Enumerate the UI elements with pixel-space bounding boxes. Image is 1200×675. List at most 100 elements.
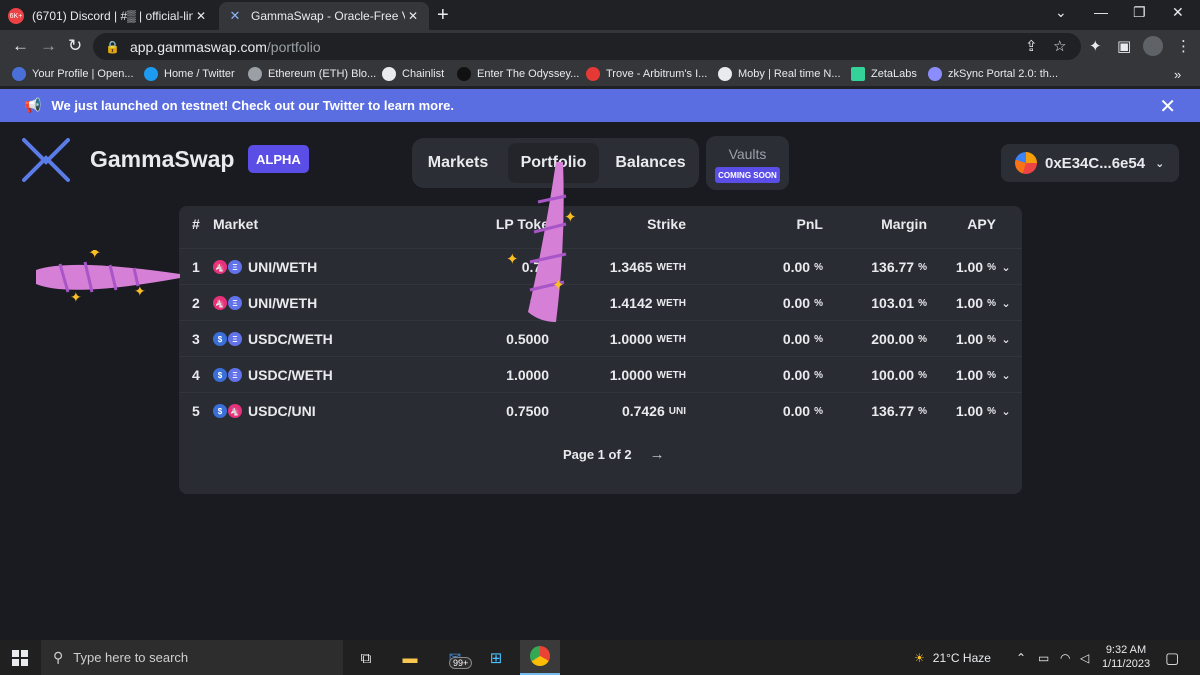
bookmark-star-icon[interactable]: ☆ [1053,37,1066,55]
uni-token-icon: 🦄 [213,260,227,274]
menu-icon[interactable]: ⋮ [1176,37,1191,55]
wallet-button[interactable]: 0xE34C...6e54 ⌄ [1001,144,1179,182]
usdc-token-icon: $ [213,368,227,382]
taskbar-search[interactable]: ⚲ Type here to search [41,640,343,675]
page-indicator: Page 1 of 2 [563,447,632,462]
windows-taskbar: ⚲ Type here to search ⧉ ▬ ✉ 99+ ⊞ ☀ 21°C… [0,640,1200,675]
pnl-value: 0.00 [782,403,811,419]
bookmark-item[interactable]: Home / Twitter [144,67,235,81]
chrome-taskbar-button[interactable] [520,640,560,675]
new-tab-icon[interactable]: + [437,4,449,27]
side-panel-icon[interactable]: ▣ [1117,37,1131,55]
search-placeholder: Type here to search [73,650,189,665]
mail-badge: 99+ [449,657,473,669]
bookmark-label: Trove - Arbitrum's I... [606,68,708,80]
margin-value: 136.77 [871,259,915,275]
bookmark-item[interactable]: Enter The Odyssey... [457,67,579,81]
close-banner-icon[interactable]: ✕ [1159,94,1176,119]
margin-value: 100.00 [871,367,915,383]
percent-sign: % [918,333,927,345]
close-icon[interactable]: ✕ [405,9,421,23]
zksync-icon [928,67,942,81]
market-name: USDC/UNI [248,403,316,419]
expand-chevron-icon[interactable]: ⌄ [999,249,1013,285]
bookmark-item[interactable]: Chainlist [382,67,444,81]
margin-value: 136.77 [871,403,915,419]
chevron-up-icon[interactable]: ⌃ [1016,640,1026,675]
extensions-icon[interactable]: ✦ [1089,37,1102,55]
next-page-arrow-icon[interactable]: → [650,446,665,463]
market-cell: $ 🦄 USDC/UNI [213,393,316,429]
strike-unit: UNI [668,405,686,417]
row-num: 4 [192,367,200,383]
strike-unit: WETH [656,333,686,345]
task-view-icon[interactable]: ⧉ [354,646,378,670]
bookmark-item[interactable]: Trove - Arbitrum's I... [586,67,707,81]
table-row[interactable]: 5 $ 🦄 USDC/UNI 0.7500 0.7426 UNI 0.00% 136.77% 1.… [179,392,1022,428]
battery-icon[interactable]: ▭ [1038,640,1049,675]
table-row[interactable]: 1 🦄 Ξ UNI/WETH 0.75 1.3465 WETH 0.00% 136.77% 1.0… [179,248,1022,284]
table-row[interactable]: 2🦄ΞUNI/WETH1.01.4142WETH0.00%103.01%1.00… [179,284,1022,320]
volume-icon[interactable]: ◁ [1080,640,1089,675]
bookmark-item[interactable]: Ethereum (ETH) Blo... [248,67,376,81]
gammaswap-app: GammaSwap ALPHA Markets Portfolio Balanc… [0,122,1200,640]
percent-sign: % [918,297,927,309]
restore-icon[interactable]: ❐ [1133,4,1146,21]
tab-markets[interactable]: Markets [417,143,499,183]
url-host: app.gammaswap.com [129,38,267,55]
tab-search-icon[interactable]: ⌄ [1055,4,1067,21]
close-window-icon[interactable]: ✕ [1172,4,1184,21]
minimize-icon[interactable]: — [1094,4,1108,20]
pnl-value: 0.00 [782,259,811,275]
url-path: /portfolio [266,38,321,55]
market-cell: 🦄 Ξ UNI/WETH [213,285,317,321]
pnl-cell: 0.00% [739,285,823,321]
pagination: Page 1 of 2 → [563,446,665,463]
brand-name[interactable]: GammaSwap [90,146,234,173]
more-bookmarks-icon[interactable]: » [1174,67,1181,82]
wifi-icon[interactable]: ◠ [1060,640,1070,675]
tab-vaults[interactable]: Vaults COMING SOON [706,136,789,190]
gammaswap-logo-icon[interactable] [20,136,72,184]
pnl-cell: 0.00% [739,357,823,393]
expand-chevron-icon[interactable]: ⌄ [999,285,1013,321]
back-icon[interactable]: ← [12,36,29,56]
table-row[interactable]: 4 $ Ξ USDC/WETH 1.0000 1.0000 WETH 0.00% 100.00%… [179,356,1022,392]
tab-balances[interactable]: Balances [608,143,693,183]
forward-icon[interactable]: → [40,36,57,56]
reload-icon[interactable]: ↻ [68,36,82,56]
apy-cell: 1.00% [949,393,996,429]
close-icon[interactable]: ✕ [193,9,209,23]
file-explorer-icon[interactable]: ▬ [398,646,422,670]
windows-start-icon[interactable] [12,650,28,666]
weth-token-icon: Ξ [228,332,242,346]
apy-value: 1.00 [955,295,984,311]
bookmark-item[interactable]: ZetaLabs [851,67,917,81]
row-num: 3 [192,331,200,347]
svg-text:✦: ✦ [88,250,101,262]
strike-unit: WETH [656,369,686,381]
margin-cell: 136.77% [839,249,927,285]
tab-discord[interactable]: 6K+ (6701) Discord | #▒ | official-link … [0,2,217,30]
weather-widget[interactable]: ☀ 21°C Haze [914,640,991,675]
address-bar[interactable]: 🔒 app.gammaswap.com/portfolio [93,33,1081,60]
trove-icon [586,67,600,81]
expand-chevron-icon[interactable]: ⌄ [999,321,1013,357]
notification-icon[interactable]: ▢ [1165,640,1179,675]
unicorn-horn-decoration: ✦ ✦ ✦ [506,162,577,322]
expand-chevron-icon[interactable]: ⌄ [999,393,1013,429]
market-name: UNI/WETH [248,259,318,275]
bookmark-item[interactable]: Moby | Real time N... [718,67,841,81]
store-icon[interactable]: ⊞ [484,646,508,670]
share-icon[interactable]: ⇪ [1025,37,1038,55]
apy-value: 1.00 [955,331,984,347]
tab-gammaswap[interactable]: ✕ GammaSwap - Oracle-Free Volati ✕ [219,2,429,30]
margin-cell: 200.00% [839,321,927,357]
bookmark-item[interactable]: Your Profile | Open... [12,67,134,81]
clock[interactable]: 9:32 AM 1/11/2023 [1100,643,1152,671]
bookmark-item[interactable]: zkSync Portal 2.0: th... [928,67,1058,81]
expand-chevron-icon[interactable]: ⌄ [999,357,1013,393]
margin-value: 103.01 [871,295,915,311]
table-row[interactable]: 3 $ Ξ USDC/WETH 0.5000 1.0000 WETH 0.00% 200.00%… [179,320,1022,356]
profile-avatar[interactable] [1143,36,1163,56]
